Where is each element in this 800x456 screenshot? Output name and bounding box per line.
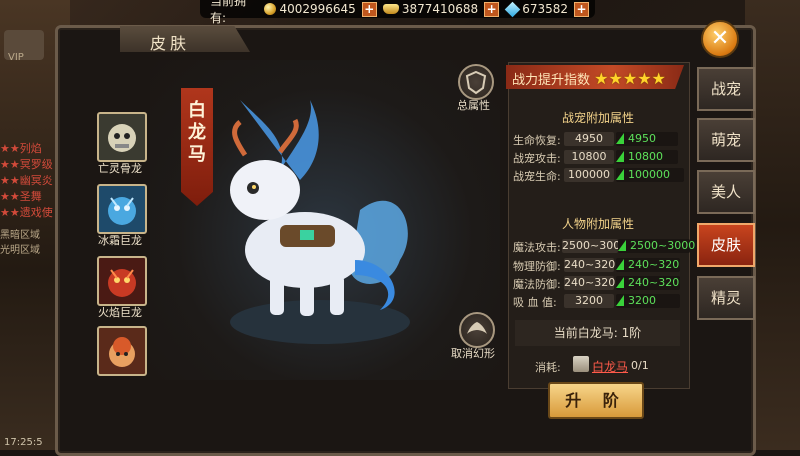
skin-card-flame-dragon[interactable] <box>97 256 147 306</box>
currency-bar: 当前拥有: 4002996645 + 3877410688 + 673582 + <box>200 0 595 25</box>
attr-label: 魔法防御: <box>513 278 561 291</box>
power-index-label: 战力提升指数 ★★★★★ <box>512 69 666 88</box>
attr-label: 魔法攻击: <box>513 241 561 254</box>
bone-dragon-icon <box>108 124 136 152</box>
cost-item-link[interactable]: 白龙马 <box>592 358 628 375</box>
attr-bonus-value: 4950 <box>628 132 656 145</box>
star-icon: ★ <box>651 69 666 88</box>
attr-bonus-value: 100000 <box>628 168 670 181</box>
currency-label: 当前拥有: <box>210 0 247 25</box>
attr-label: 生命恢复: <box>513 134 561 147</box>
arrow-up-icon <box>615 277 629 288</box>
cancel-transform-label: 取消幻形 <box>451 347 495 360</box>
quest-text: ★★遗戏使 <box>0 206 53 219</box>
attr-value: 2500~3000 <box>562 239 628 253</box>
skin-card-undead-bone-dragon[interactable] <box>97 112 147 162</box>
quest-text: ★★列焰 <box>0 142 42 155</box>
quest-text: ★★冥罗级 <box>0 158 53 171</box>
tab-cute-pet[interactable]: 萌宠 <box>697 118 755 162</box>
attr-value: 3200 <box>564 294 614 308</box>
wing-icon <box>467 322 487 334</box>
background-quest-list: ★★列焰 ★★冥罗级 ★★幽冥炎 ★★圣舞 ★★遗戏使 黑暗区域 光明区域 <box>0 140 60 260</box>
pet-attributes-title: 战宠附加属性 <box>561 111 634 125</box>
cost-count: 0/1 <box>631 359 649 372</box>
character-attributes-title: 人物附加属性 <box>561 217 634 231</box>
close-button[interactable]: ✕ <box>701 20 739 58</box>
power-index-text: 战力提升指数 <box>512 73 591 88</box>
attr-label: 战宠攻击: <box>513 152 561 165</box>
tab-skin[interactable]: 皮肤 <box>697 223 755 267</box>
add-diamond-button[interactable]: + <box>574 1 589 17</box>
skin-label: 火焰巨龙 <box>98 306 142 319</box>
skin-card-frost-dragon[interactable] <box>97 184 147 234</box>
skin-label: 冰霜巨龙 <box>98 234 142 247</box>
arrow-up-icon <box>617 240 631 251</box>
attr-label: 物理防御: <box>513 260 561 273</box>
diamond-icon <box>504 1 521 17</box>
frost-dragon-icon <box>108 197 136 225</box>
star-icon: ★ <box>608 69 623 88</box>
attr-value: 4950 <box>564 132 614 146</box>
attr-value: 100000 <box>564 168 614 182</box>
attr-bonus-value: 240~320 <box>628 276 680 289</box>
vip-label: VIP <box>8 52 24 63</box>
flame-dragon-icon <box>108 269 136 297</box>
shield-icon <box>465 70 487 95</box>
attr-bonus: 2500~3000 <box>617 239 695 253</box>
clock: 17:25:5 <box>4 437 43 448</box>
skin-label: 亡灵骨龙 <box>98 162 142 175</box>
skin-card-monkey[interactable] <box>97 326 147 376</box>
gold-amount: 4002996645 <box>279 2 356 16</box>
attr-bonus: 240~320 <box>615 276 680 290</box>
gold-coin-icon <box>264 3 277 15</box>
upgrade-button[interactable]: 升 阶 <box>548 382 644 419</box>
arrow-up-icon <box>615 259 629 270</box>
gold-currency: 4002996645 + <box>264 1 377 17</box>
attr-value: 240~320 <box>564 276 616 290</box>
star-icon: ★ <box>637 69 652 88</box>
diamond-amount: 673582 <box>522 2 568 16</box>
monkey-icon <box>109 337 135 367</box>
star-icon: ★ <box>594 69 609 88</box>
zone-text: 光明区域 <box>0 245 40 256</box>
quest-text: ★★幽冥炎 <box>0 174 53 187</box>
zone-text: 黑暗区域 <box>0 230 40 241</box>
attr-bonus-value: 10800 <box>628 150 663 163</box>
attr-bonus: 100000 <box>615 168 684 182</box>
attr-bonus: 3200 <box>615 294 680 308</box>
total-attributes-label: 总属性 <box>457 99 490 112</box>
quest-text: ★★圣舞 <box>0 190 42 203</box>
tab-beauty[interactable]: 美人 <box>697 170 755 214</box>
tab-battle-pet[interactable]: 战宠 <box>697 67 755 111</box>
arrow-up-icon <box>615 151 629 162</box>
attr-label: 战宠生命: <box>513 170 561 183</box>
total-attributes-button[interactable] <box>458 64 494 100</box>
scroll-item-icon[interactable] <box>573 356 589 372</box>
arrow-up-icon <box>615 169 629 180</box>
attr-bonus: 240~320 <box>615 258 680 272</box>
attr-bonus-value: 240~320 <box>628 258 680 271</box>
attr-value: 10800 <box>564 150 614 164</box>
star-icon: ★ <box>622 69 638 88</box>
attr-label: 吸 血 值: <box>513 296 557 309</box>
ingot-icon <box>382 4 399 14</box>
arrow-up-icon <box>615 295 629 306</box>
attr-bonus-value: 2500~3000 <box>630 239 696 252</box>
model-name: 白龙马 <box>188 100 206 165</box>
current-level: 当前白龙马: 1阶 <box>515 320 680 346</box>
arrow-up-icon <box>615 133 629 144</box>
ingot-currency: 3877410688 + <box>382 1 500 17</box>
attr-bonus: 10800 <box>615 150 678 164</box>
cost-label: 消耗: <box>535 361 561 374</box>
attr-value: 240~320 <box>564 258 616 272</box>
add-gold-button[interactable]: + <box>361 1 377 17</box>
add-ingot-button[interactable]: + <box>484 1 500 17</box>
tab-spirit[interactable]: 精灵 <box>697 276 755 320</box>
attr-bonus-value: 3200 <box>628 294 656 307</box>
ingot-amount: 3877410688 <box>401 2 479 16</box>
attr-bonus: 4950 <box>615 132 678 146</box>
cancel-transform-button[interactable] <box>459 312 495 348</box>
diamond-currency: 673582 + <box>504 1 589 17</box>
panel-title: 皮肤 <box>150 34 191 53</box>
